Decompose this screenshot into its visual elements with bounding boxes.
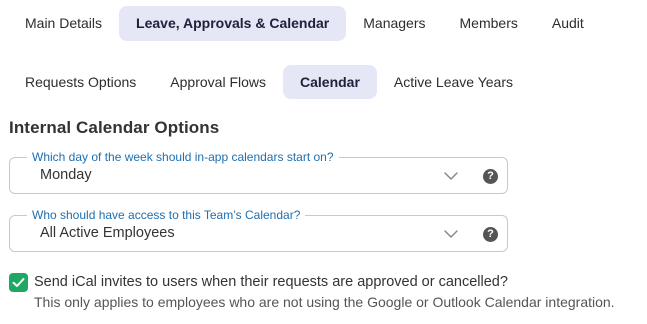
tab-members[interactable]: Members (443, 6, 535, 41)
tab-active-leave-years[interactable]: Active Leave Years (377, 65, 530, 99)
tab-audit[interactable]: Audit (535, 6, 601, 41)
question-circle-icon[interactable]: ? (483, 227, 498, 242)
tab-calendar[interactable]: Calendar (283, 65, 377, 99)
tab-managers[interactable]: Managers (346, 6, 442, 41)
tab-requests-options[interactable]: Requests Options (8, 65, 153, 99)
checkmark-icon (12, 278, 25, 287)
team-settings-page: Main Details Leave, Approvals & Calendar… (0, 0, 647, 324)
calendar-start-day-select[interactable]: Which day of the week should in-app cale… (9, 150, 508, 194)
secondary-tabs: Requests Options Approval Flows Calendar… (8, 65, 530, 99)
chevron-down-icon (444, 230, 458, 238)
calendar-start-day-value: Monday (40, 167, 92, 183)
team-calendar-access-select[interactable]: Who should have access to this Team’s Ca… (9, 208, 508, 252)
section-title: Internal Calendar Options (9, 118, 220, 137)
team-calendar-access-label: Who should have access to this Team’s Ca… (27, 208, 306, 222)
tab-main-details[interactable]: Main Details (8, 6, 119, 41)
tab-approval-flows[interactable]: Approval Flows (153, 65, 283, 99)
primary-tabs: Main Details Leave, Approvals & Calendar… (8, 5, 601, 41)
ical-invites-help-text: This only applies to employees who are n… (34, 294, 615, 310)
ical-invites-label[interactable]: Send iCal invites to users when their re… (34, 274, 508, 290)
question-circle-icon[interactable]: ? (483, 169, 498, 184)
ical-invites-checkbox[interactable] (9, 273, 28, 292)
tab-leave-approvals-calendar[interactable]: Leave, Approvals & Calendar (119, 5, 347, 41)
team-calendar-access-value: All Active Employees (40, 225, 175, 241)
calendar-start-day-label: Which day of the week should in-app cale… (27, 150, 339, 164)
chevron-down-icon (444, 172, 458, 180)
